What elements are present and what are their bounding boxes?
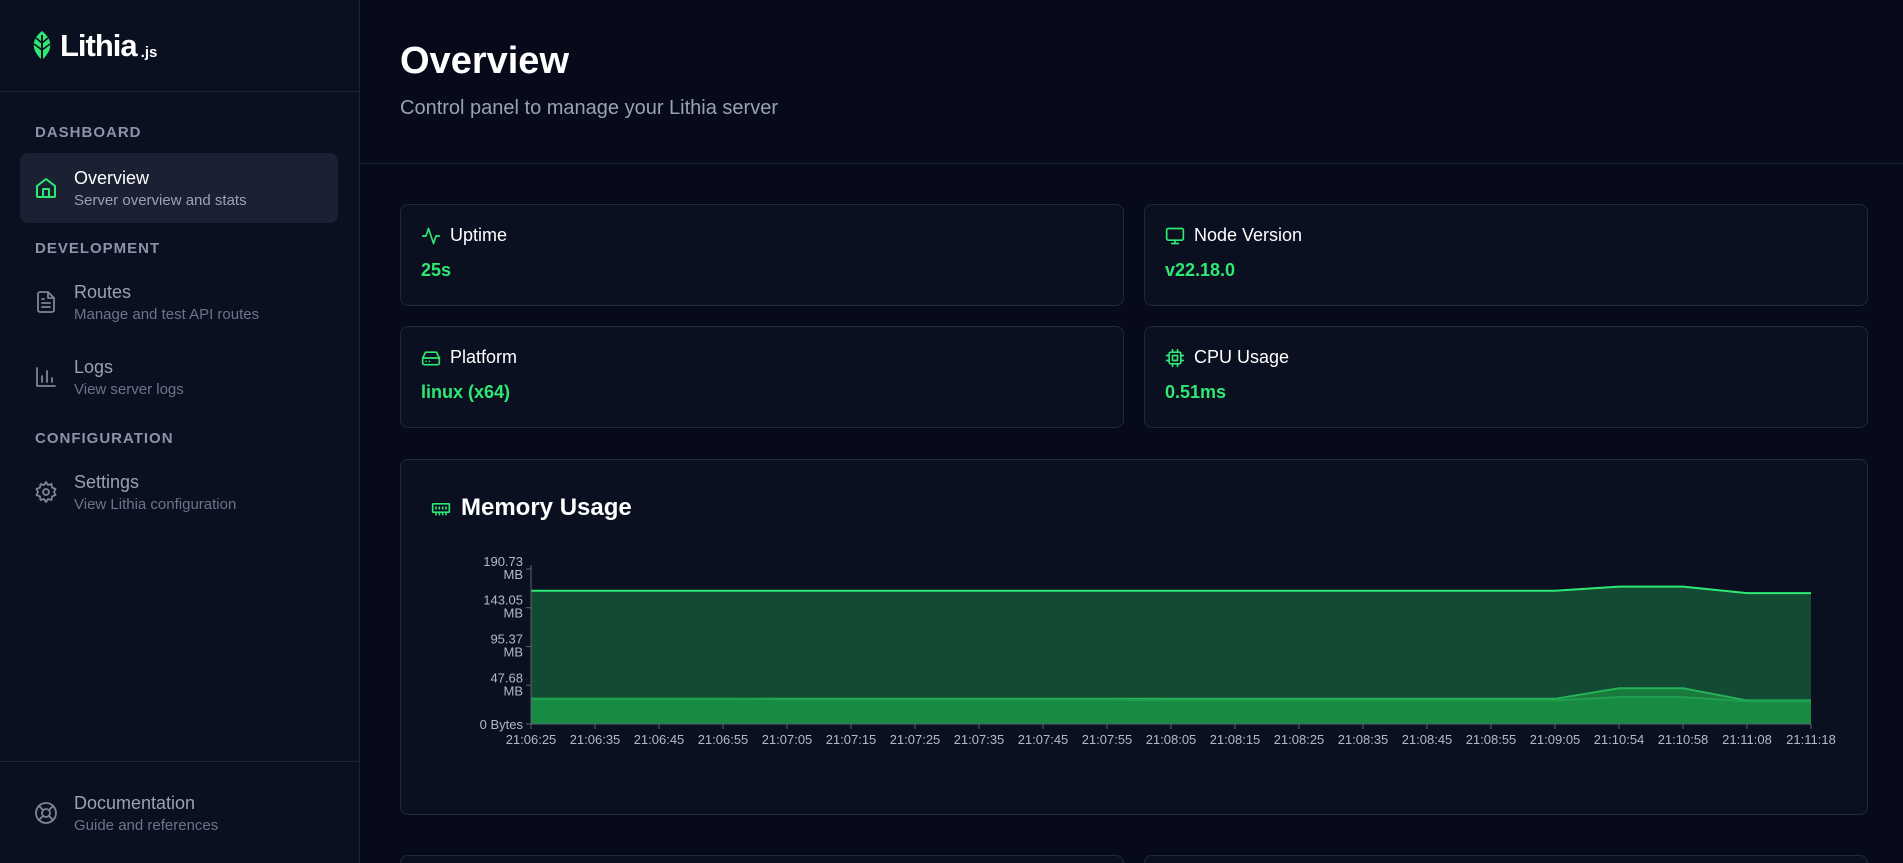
brand[interactable]: Lithia .js [0, 0, 359, 92]
stat-label: CPU Usage [1194, 347, 1290, 367]
cpu-icon [1165, 348, 1185, 367]
bar-chart-icon [36, 367, 56, 387]
stat-value: linux (x64) [421, 382, 511, 402]
home-icon [36, 178, 56, 198]
sidebar: Lithia .js DASHBOARD Overview Server ove… [0, 0, 360, 863]
y-tick-label: 0 Bytes [480, 717, 524, 732]
sidebar-item-title: Overview [74, 167, 150, 188]
section-configuration: CONFIGURATION [35, 430, 174, 447]
leaf-logo-icon [33, 30, 51, 62]
y-tick-unit: MB [504, 683, 524, 698]
sidebar-item-subtitle: View Lithia configuration [74, 495, 237, 513]
x-tick-label: 21:11:18 [1786, 732, 1836, 747]
y-tick-unit: MB [504, 606, 524, 621]
memory-usage-card: Memory Usage 190.73 MB 143.05 MB 95.37 MB 47.6… [400, 459, 1868, 815]
sidebar-item-subtitle: Server overview and stats [74, 191, 247, 209]
x-tick-label: 21:07:45 [1018, 732, 1069, 747]
x-tick-label: 21:08:45 [1402, 732, 1453, 747]
file-icon [37, 291, 55, 313]
x-tick-label: 21:08:55 [1466, 732, 1517, 747]
sidebar-item-overview[interactable]: Overview Server overview and stats [20, 153, 338, 223]
stat-card-node-version: Node Version v22.18.0 [1144, 204, 1868, 306]
sidebar-item-title: Settings [74, 471, 140, 492]
x-tick-label: 21:07:15 [826, 732, 877, 747]
x-tick-label: 21:06:35 [570, 732, 621, 747]
activity-icon [421, 227, 441, 244]
x-tick-label: 21:08:05 [1146, 732, 1197, 747]
gear-icon [35, 481, 57, 503]
x-tick-label: 21:06:55 [698, 732, 749, 747]
sidebar-item-title: Logs [74, 356, 114, 377]
sidebar-item-subtitle: View server logs [74, 380, 184, 398]
bottom-card-right [1144, 855, 1868, 863]
main-content: Overview Control panel to manage your Li… [360, 0, 1903, 863]
sidebar-item-settings[interactable]: Settings View Lithia configuration [20, 457, 338, 527]
page-header: Overview Control panel to manage your Li… [360, 0, 1903, 164]
sidebar-item-logs[interactable]: Logs View server logs [20, 342, 338, 412]
stat-card-platform: Platform linux (x64) [400, 326, 1124, 428]
sidebar-item-subtitle: Manage and test API routes [74, 305, 260, 323]
stat-label: Uptime [450, 225, 508, 245]
stat-card-cpu-usage: CPU Usage 0.51ms [1144, 326, 1868, 428]
page-subtitle: Control panel to manage your Lithia serv… [400, 97, 778, 119]
stat-card-uptime: Uptime 25s [400, 204, 1124, 306]
sidebar-item-subtitle: Guide and references [74, 816, 219, 834]
brand-suffix: .js [140, 44, 158, 61]
section-dashboard: DASHBOARD [35, 124, 142, 141]
x-tick-label: 21:06:25 [506, 732, 557, 747]
bottom-card-left [400, 855, 1124, 863]
stat-label: Node Version [1194, 225, 1303, 245]
memory-usage-chart: 190.73MB143.05MB95.37MB47.68MB0 Bytes21:… [480, 554, 1836, 747]
x-tick-label: 21:08:25 [1274, 732, 1325, 747]
x-tick-label: 21:09:05 [1530, 732, 1581, 747]
x-tick-label: 21:06:45 [634, 732, 685, 747]
x-tick-label: 21:07:35 [954, 732, 1005, 747]
sidebar-item-title: Routes [74, 281, 132, 302]
x-tick-label: 21:10:58 [1658, 732, 1709, 747]
x-tick-label: 21:07:25 [890, 732, 941, 747]
stat-value: 25s [421, 260, 452, 280]
monitor-icon [1165, 227, 1185, 244]
page-title: Overview [400, 40, 569, 82]
x-tick-label: 21:08:15 [1210, 732, 1261, 747]
hard-drive-icon [421, 350, 441, 365]
y-tick-unit: MB [504, 644, 524, 659]
lifebuoy-icon [35, 802, 57, 824]
stat-label: Platform [450, 347, 518, 367]
sidebar-footer: Documentation Guide and references [0, 761, 359, 863]
stat-value: 0.51ms [1165, 382, 1227, 402]
section-development: DEVELOPMENT [35, 240, 161, 257]
brand-name: Lithia [60, 27, 138, 63]
x-tick-label: 21:07:55 [1082, 732, 1133, 747]
x-tick-label: 21:07:05 [762, 732, 813, 747]
y-tick-unit: MB [504, 567, 524, 582]
x-tick-label: 21:11:08 [1722, 732, 1772, 747]
sidebar-item-title: Documentation [74, 792, 196, 813]
x-tick-label: 21:08:35 [1338, 732, 1389, 747]
x-tick-label: 21:10:54 [1594, 732, 1645, 747]
sidebar-item-routes[interactable]: Routes Manage and test API routes [20, 267, 338, 337]
stat-value: v22.18.0 [1165, 260, 1236, 280]
sidebar-item-documentation[interactable]: Documentation Guide and references [20, 778, 338, 848]
